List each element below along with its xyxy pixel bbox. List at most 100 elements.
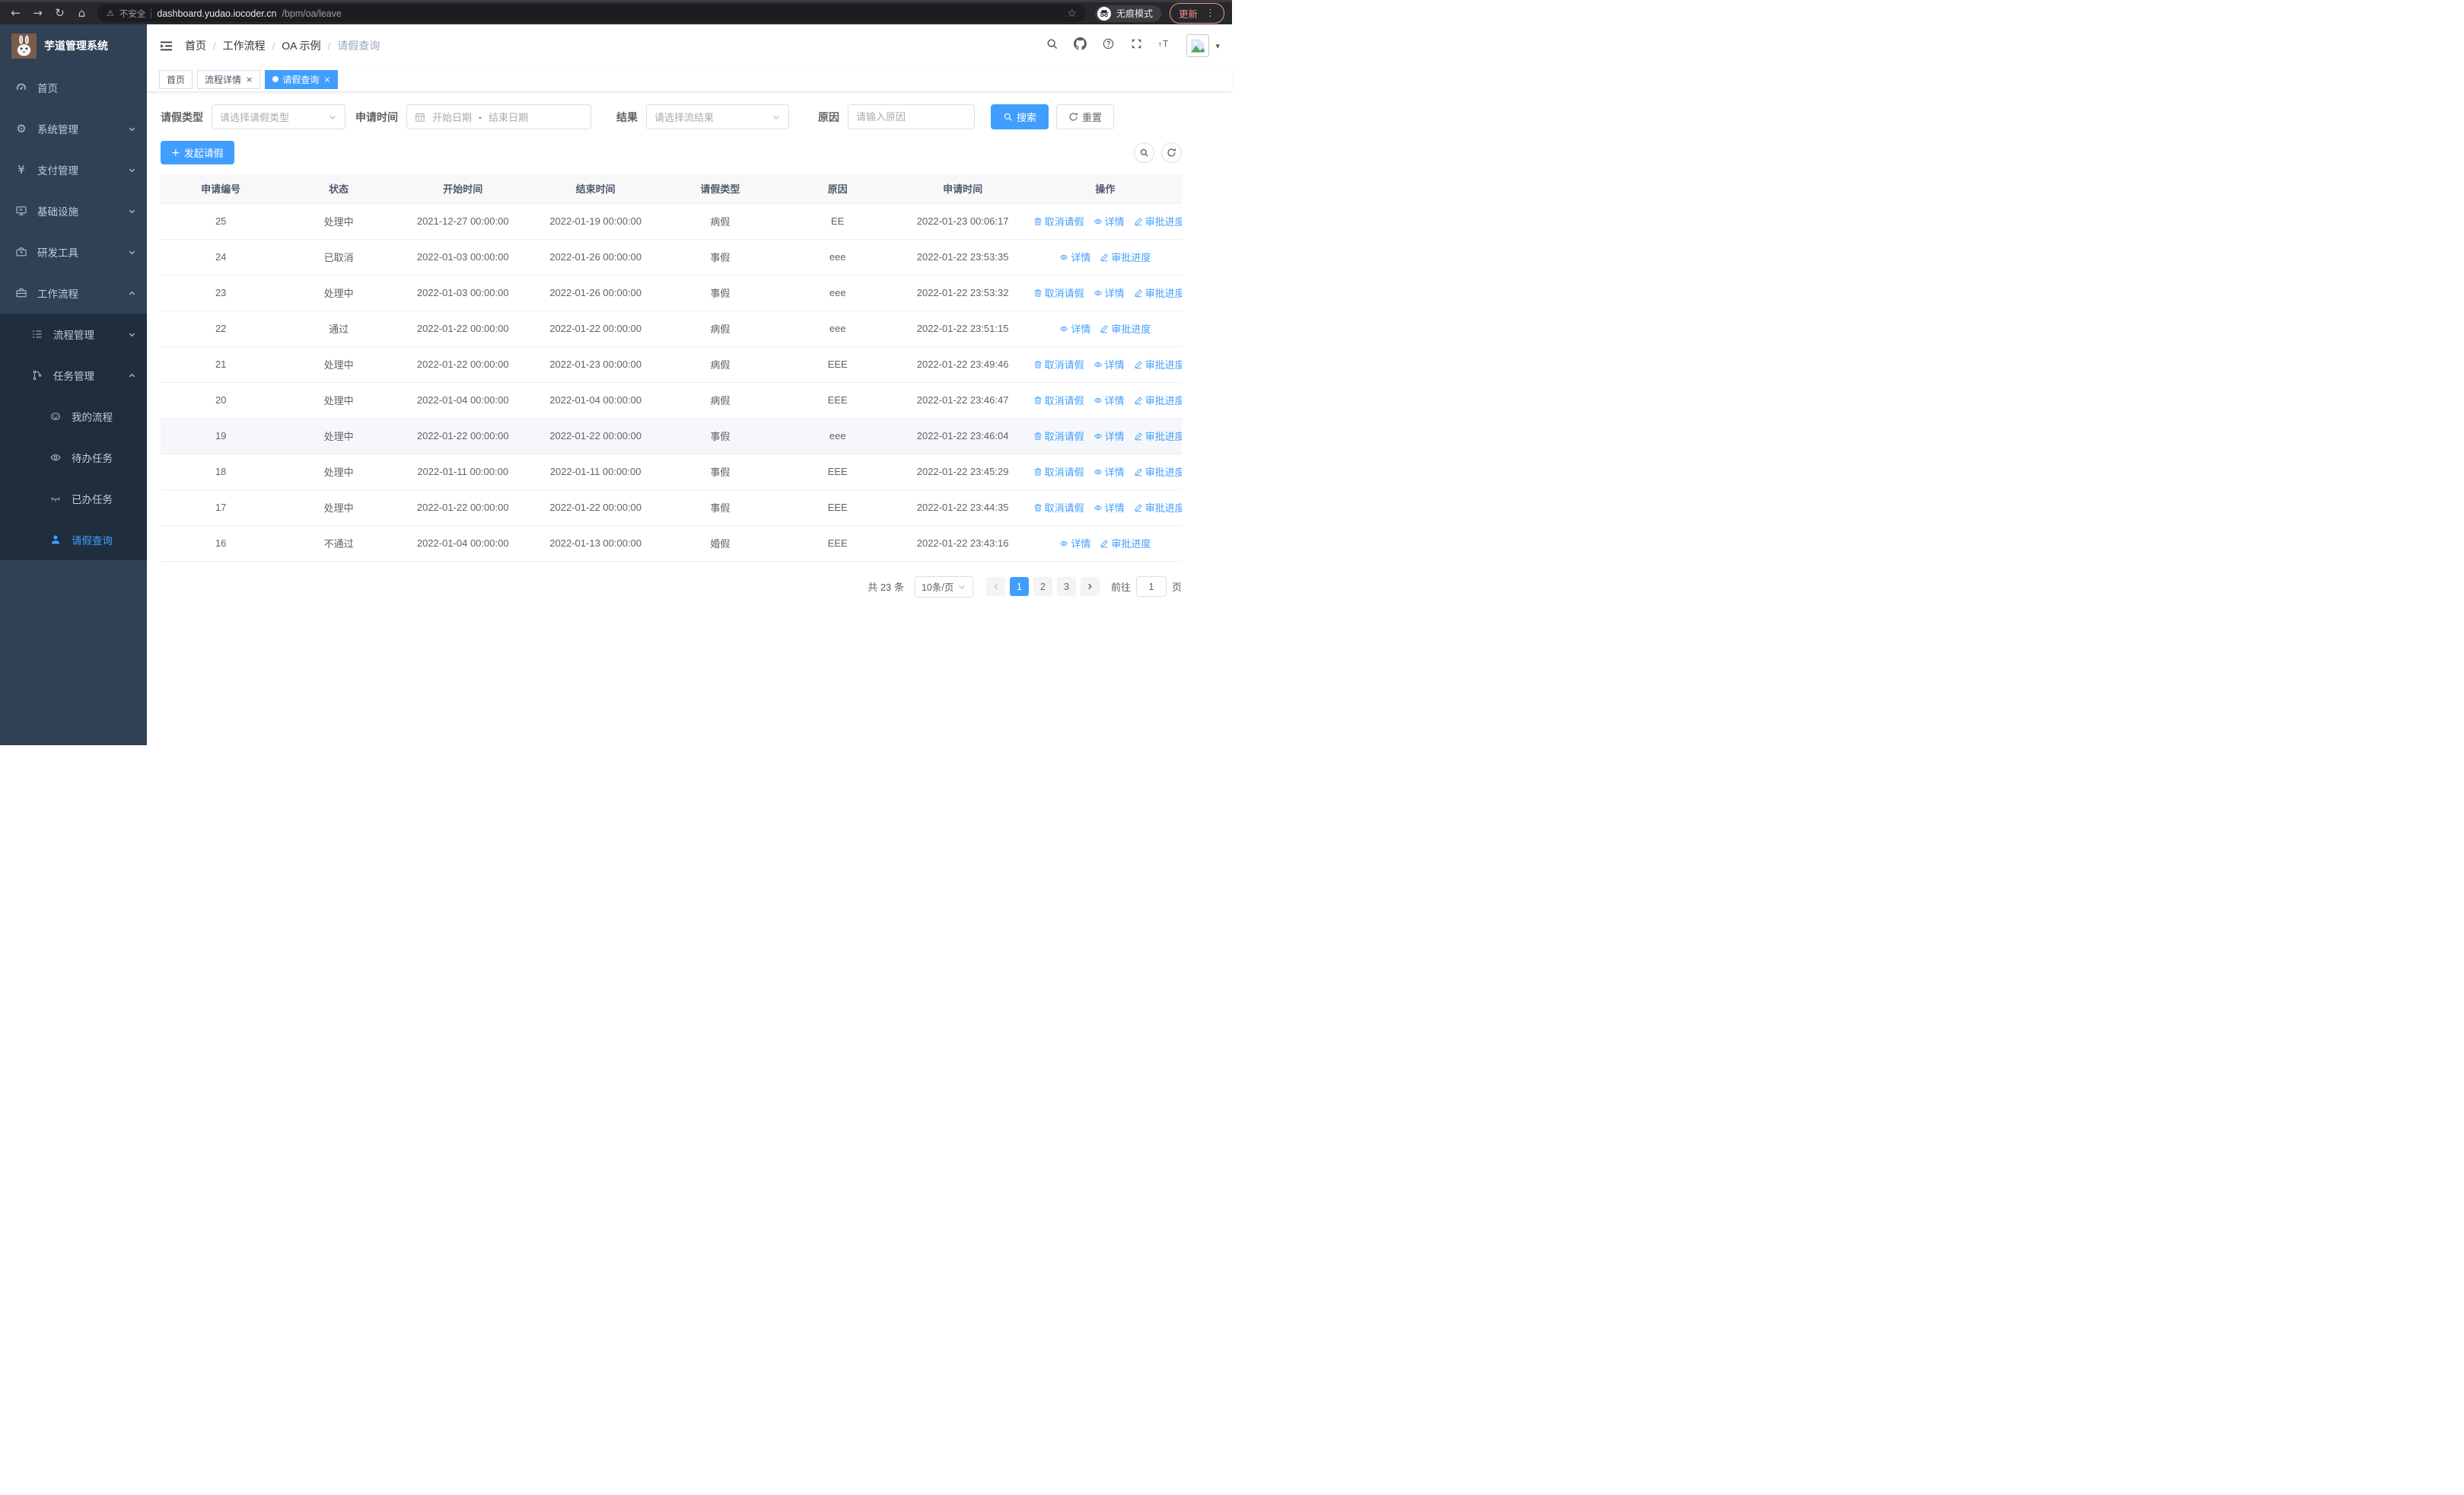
sidebar-item-todo-tasks[interactable]: 待办任务 xyxy=(0,437,147,478)
sidebar-item-task-mgmt[interactable]: 任务管理 xyxy=(0,355,147,396)
next-page-button[interactable] xyxy=(1080,577,1100,596)
chevron-up-icon xyxy=(128,371,136,380)
goto-page-input[interactable] xyxy=(1135,576,1167,597)
help-button[interactable] xyxy=(1102,37,1115,54)
action-cancel-link[interactable]: 取消请假 xyxy=(1033,429,1084,443)
tab-home[interactable]: 首页 xyxy=(159,69,193,89)
action-cancel-link[interactable]: 取消请假 xyxy=(1033,464,1084,479)
forward-icon[interactable]: → xyxy=(27,8,49,19)
cell-actions: 取消请假 详情 审批进度 xyxy=(1028,275,1182,311)
page-2-button[interactable]: 2 xyxy=(1033,577,1052,596)
action-progress-link[interactable]: 审批进度 xyxy=(1134,464,1182,479)
action-detail-link[interactable]: 详情 xyxy=(1059,321,1090,336)
page-1-button[interactable]: 1 xyxy=(1009,577,1029,596)
sidebar-item-workflow[interactable]: 工作流程 xyxy=(0,273,147,314)
pen-icon xyxy=(1134,467,1143,477)
sidebar-item-done-tasks[interactable]: 已办任务 xyxy=(0,478,147,519)
action-progress-link[interactable]: 审批进度 xyxy=(1134,500,1182,515)
page-3-button[interactable]: 3 xyxy=(1056,577,1076,596)
action-label: 详情 xyxy=(1104,216,1125,228)
sidebar-item-infrastructure[interactable]: 基础设施 xyxy=(0,190,147,231)
action-progress-link[interactable]: 审批进度 xyxy=(1100,321,1151,336)
font-size-button[interactable]: TT xyxy=(1158,37,1171,54)
action-detail-link[interactable]: 详情 xyxy=(1059,250,1090,264)
action-detail-link[interactable]: 详情 xyxy=(1094,285,1125,300)
sidebar-item-payment-mgmt[interactable]: ¥ 支付管理 xyxy=(0,149,147,190)
refresh-table-button[interactable] xyxy=(1161,142,1182,163)
action-progress-link[interactable]: 审批进度 xyxy=(1134,357,1182,371)
tab-process-detail[interactable]: 流程详情 × xyxy=(197,69,261,89)
sidebar-item-leave-query[interactable]: 请假查询 xyxy=(0,519,147,560)
action-cancel-link[interactable]: 取消请假 xyxy=(1033,357,1084,371)
action-detail-link[interactable]: 详情 xyxy=(1094,464,1125,479)
toggle-search-button[interactable] xyxy=(1134,142,1154,163)
action-cancel-link[interactable]: 取消请假 xyxy=(1033,500,1084,515)
cell-status: 处理中 xyxy=(281,382,396,419)
home-icon[interactable]: ⌂ xyxy=(71,8,93,19)
sidebar-logo-row[interactable]: 芋道管理系统 xyxy=(0,24,147,67)
sidebar-item-home[interactable]: 首页 xyxy=(0,67,147,108)
cell-id: 16 xyxy=(161,525,282,562)
action-detail-link[interactable]: 详情 xyxy=(1094,500,1125,515)
apply-time-range-picker[interactable]: 开始日期 - 结束日期 xyxy=(406,104,591,129)
sidebar-item-system-mgmt[interactable]: ⚙ 系统管理 xyxy=(0,108,147,149)
action-progress-link[interactable]: 审批进度 xyxy=(1134,393,1182,407)
action-progress-link[interactable]: 审批进度 xyxy=(1134,214,1182,228)
search-button[interactable] xyxy=(1046,37,1059,54)
broken-image-icon xyxy=(1189,37,1206,54)
action-detail-link[interactable]: 详情 xyxy=(1094,393,1125,407)
cell-actions: 取消请假 详情 审批进度 xyxy=(1028,382,1182,419)
action-progress-link[interactable]: 审批进度 xyxy=(1100,536,1151,550)
action-cancel-link[interactable]: 取消请假 xyxy=(1033,285,1084,300)
reload-icon[interactable]: ↻ xyxy=(49,8,71,19)
action-cancel-link[interactable]: 取消请假 xyxy=(1033,214,1084,228)
github-icon xyxy=(1074,37,1087,50)
action-cancel-link[interactable]: 取消请假 xyxy=(1033,393,1084,407)
back-icon[interactable]: ← xyxy=(5,8,27,19)
breadcrumb-home[interactable]: 首页 xyxy=(185,38,206,53)
result-select[interactable]: 请选择流结果 xyxy=(646,104,789,129)
breadcrumb-workflow[interactable]: 工作流程 xyxy=(223,38,266,53)
page-size-select[interactable]: 10条/页 xyxy=(914,575,973,598)
cell-applyTime: 2022-01-22 23:43:16 xyxy=(896,525,1029,562)
chevron-down-icon xyxy=(328,113,337,122)
action-detail-link[interactable]: 详情 xyxy=(1059,536,1090,550)
user-icon xyxy=(49,534,62,546)
tab-leave-query[interactable]: 请假查询 × xyxy=(265,69,339,89)
sidebar-item-process-mgmt[interactable]: 流程管理 xyxy=(0,314,147,355)
sidebar-item-dev-tools[interactable]: 研发工具 xyxy=(0,231,147,273)
cell-reason: EEE xyxy=(778,382,897,419)
incognito-icon xyxy=(1097,6,1111,21)
close-icon[interactable]: × xyxy=(246,75,253,84)
action-detail-link[interactable]: 详情 xyxy=(1094,429,1125,443)
action-progress-link[interactable]: 审批进度 xyxy=(1134,285,1182,300)
tab-label: 请假查询 xyxy=(282,74,320,85)
browser-menu-icon[interactable]: ⋮ xyxy=(1205,8,1215,18)
create-leave-button[interactable]: + 发起请假 xyxy=(161,141,234,164)
address-bar[interactable]: ⚠ 不安全 dashboard.yudao.iocoder.cn/bpm/oa/… xyxy=(97,5,1086,22)
dashboard-icon xyxy=(14,81,28,94)
sidebar: 芋道管理系统 首页 ⚙ 系统管理 ¥ 支付管理 基础设施 研发工具 工作流程 流程管理 任务管理我… xyxy=(0,24,147,745)
avatar[interactable] xyxy=(1186,34,1210,57)
github-button[interactable] xyxy=(1074,37,1087,54)
action-label: 审批进度 xyxy=(1111,324,1151,335)
fullscreen-button[interactable] xyxy=(1130,37,1143,54)
action-progress-link[interactable]: 审批进度 xyxy=(1100,250,1151,264)
action-detail-link[interactable]: 详情 xyxy=(1094,214,1125,228)
bookmark-star-icon[interactable]: ☆ xyxy=(1067,8,1077,19)
topbar: 首页 / 工作流程 / OA 示例 / 请假查询 TT ▾ xyxy=(147,24,1232,67)
action-label: 取消请假 xyxy=(1044,467,1084,478)
browser-update-button[interactable]: 更新 ⋮ xyxy=(1169,3,1224,24)
action-progress-link[interactable]: 审批进度 xyxy=(1134,429,1182,443)
breadcrumb-oa-example[interactable]: OA 示例 xyxy=(282,38,320,53)
user-avatar-menu[interactable]: ▾ xyxy=(1186,34,1220,57)
sidebar-fold-icon[interactable] xyxy=(159,39,173,53)
search-button[interactable]: 搜索 xyxy=(991,104,1049,129)
close-icon[interactable]: × xyxy=(323,75,330,84)
leave-type-select[interactable]: 请选择请假类型 xyxy=(212,104,345,129)
prev-page-button[interactable] xyxy=(985,577,1005,596)
reset-button[interactable]: 重置 xyxy=(1056,104,1115,129)
sidebar-item-my-process[interactable]: 我的流程 xyxy=(0,396,147,437)
action-detail-link[interactable]: 详情 xyxy=(1094,357,1125,371)
reason-input[interactable] xyxy=(848,104,975,129)
